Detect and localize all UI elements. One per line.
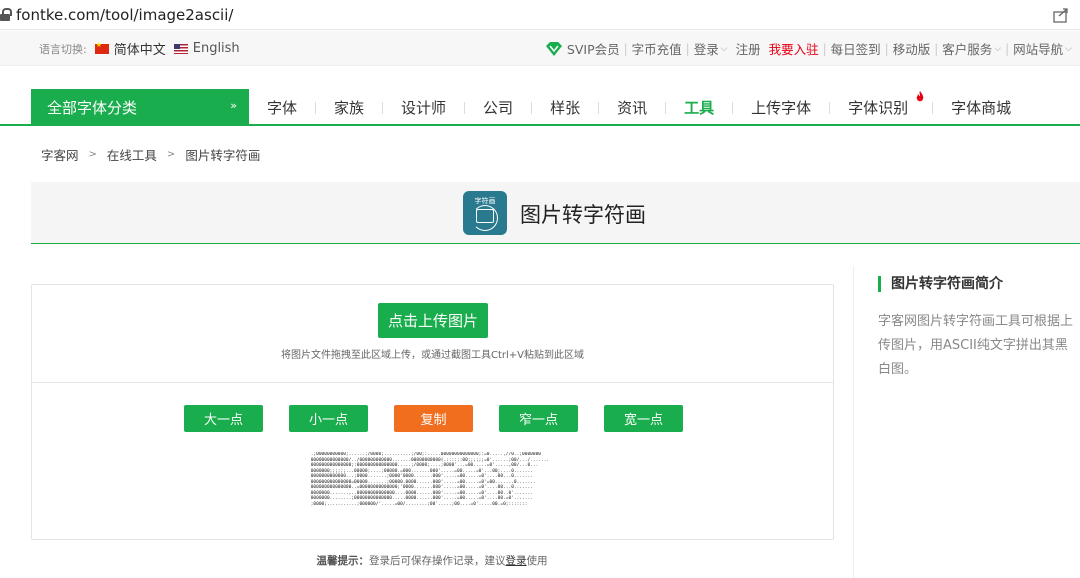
language-switcher: 语言切换: 简体中文 English (39, 31, 248, 66)
separator: | (934, 41, 939, 56)
lang-option-english[interactable]: English (193, 41, 240, 56)
link-register[interactable]: 注册 (736, 39, 761, 58)
ascii-tool-icon: 字符画 (463, 191, 507, 235)
fire-icon (916, 91, 924, 102)
separator: | (623, 41, 628, 56)
nav-item-news[interactable]: 资讯 (599, 97, 665, 118)
smaller-button[interactable]: 小一点 (289, 405, 368, 432)
lock-icon (0, 7, 12, 22)
image-icon (476, 209, 494, 223)
nav-item-fonts[interactable]: 字体 (249, 97, 315, 118)
link-recharge[interactable]: 字币充值 (632, 39, 682, 58)
chevron-down-icon: ⌵ (1065, 43, 1072, 54)
link-checkin[interactable]: 每日签到 (831, 39, 881, 58)
separator: | (822, 41, 827, 56)
link-svip[interactable]: SVIP会员 (567, 39, 620, 58)
sidebar-description: 字客网图片转字符画工具可根据上传图片，用ASCII纯文字拼出其黑白图。 (878, 314, 1074, 377)
top-links: SVIP会员 | 字币充值 | 登录 ⌵ 注册 我要入驻 | 每日签到 | 移动… (545, 31, 1072, 66)
tip-login-link[interactable]: 登录 (506, 555, 527, 567)
breadcrumb-online-tools[interactable]: 在线工具 (107, 145, 157, 164)
url-text[interactable]: fontke.com/tool/image2ascii/ (16, 6, 233, 24)
upload-image-button[interactable]: 点击上传图片 (378, 303, 488, 338)
all-categories-button[interactable]: 全部字体分类 » (31, 89, 249, 126)
copy-button[interactable]: 复制 (394, 405, 473, 432)
bigger-button[interactable]: 大一点 (184, 405, 263, 432)
lang-option-chinese[interactable]: 简体中文 (114, 39, 166, 58)
link-login[interactable]: 登录 (694, 39, 719, 58)
nav-item-designers[interactable]: 设计师 (383, 97, 464, 118)
breadcrumb-current: 图片转字符画 (185, 148, 261, 163)
nav-item-samples[interactable]: 样张 (532, 97, 598, 118)
nav-item-font-recognition[interactable]: 字体识别 (830, 91, 932, 118)
nav-item-family[interactable]: 家族 (316, 97, 382, 118)
tip-body: 登录后可保存操作记录，建议 (369, 555, 506, 567)
chevron-down-icon: ⌵ (994, 43, 1002, 54)
separator: | (1005, 41, 1010, 56)
link-support[interactable]: 客户服务 (942, 39, 992, 58)
separator: | (685, 41, 690, 56)
double-chevron-down-icon: » (230, 99, 237, 112)
page-title: 图片转字符画 (520, 203, 646, 227)
breadcrumb: 字客网 > 在线工具 > 图片转字符画 (41, 145, 260, 164)
nav-item-upload-font[interactable]: 上传字体 (733, 97, 829, 118)
diamond-icon (545, 41, 562, 56)
sidebar-title: 图片转字符画简介 (878, 276, 1003, 292)
narrower-button[interactable]: 窄一点 (499, 405, 578, 432)
link-sitenav[interactable]: 网站导航 (1013, 39, 1063, 58)
ascii-art-output: .;00000000000;......;/0000;..........;/0… (310, 452, 550, 507)
nav-item-company[interactable]: 公司 (465, 97, 531, 118)
tip-label: 温馨提示： (316, 555, 370, 567)
separator: | (884, 41, 889, 56)
nav-item-tools[interactable]: 工具 (666, 97, 732, 118)
card-divider (32, 382, 833, 383)
tool-title-band: 字符画 图片转字符画 (31, 182, 1080, 244)
upload-hint: 将图片文件拖拽至此区域上传，或通过截图工具Ctrl+V粘贴到此区域 (280, 350, 584, 361)
wider-button[interactable]: 宽一点 (604, 405, 683, 432)
chevron-right-icon: > (88, 149, 97, 160)
top-utility-bar: 语言切换: 简体中文 English SVIP会员 | 字币充值 | 登录 ⌵ … (0, 31, 1080, 66)
nav-item-font-store[interactable]: 字体商城 (933, 97, 1029, 118)
address-bar[interactable]: fontke.com/tool/image2ascii/ (0, 0, 1080, 30)
all-categories-label: 全部字体分类 (47, 99, 138, 117)
control-buttons: 大一点 小一点 复制 窄一点 宽一点 (184, 405, 683, 432)
nav-item-font-recognition-label: 字体识别 (848, 99, 909, 117)
language-label: 语言切换: (39, 42, 87, 56)
link-mobile[interactable]: 移动版 (893, 39, 931, 58)
share-icon[interactable] (1052, 6, 1070, 24)
tool-card[interactable]: 点击上传图片 将图片文件拖拽至此区域上传，或通过截图工具Ctrl+V粘贴到此区域… (31, 284, 834, 540)
nav-items: 字体 家族 设计师 公司 样张 资讯 工具 上传字体 字体识别 字体商城 (249, 89, 1029, 126)
link-join[interactable]: 我要入驻 (769, 39, 819, 58)
tip-tail: 使用 (526, 555, 548, 567)
chevron-down-icon: ⌵ (720, 43, 728, 54)
breadcrumb-home[interactable]: 字客网 (41, 145, 79, 164)
tip-text: 温馨提示：登录后可保存操作记录，建议登录使用 (0, 553, 864, 568)
us-flag-icon (173, 43, 188, 54)
chevron-right-icon: > (166, 149, 176, 160)
china-flag-icon (94, 41, 109, 54)
main-nav: 全部字体分类 » 字体 家族 设计师 公司 样张 资讯 工具 上传字体 字体识别… (0, 89, 1080, 126)
sidebar-intro: 图片转字符画简介 字客网图片转字符画工具可根据上传图片，用ASCII纯文字拼出其… (853, 266, 1080, 578)
